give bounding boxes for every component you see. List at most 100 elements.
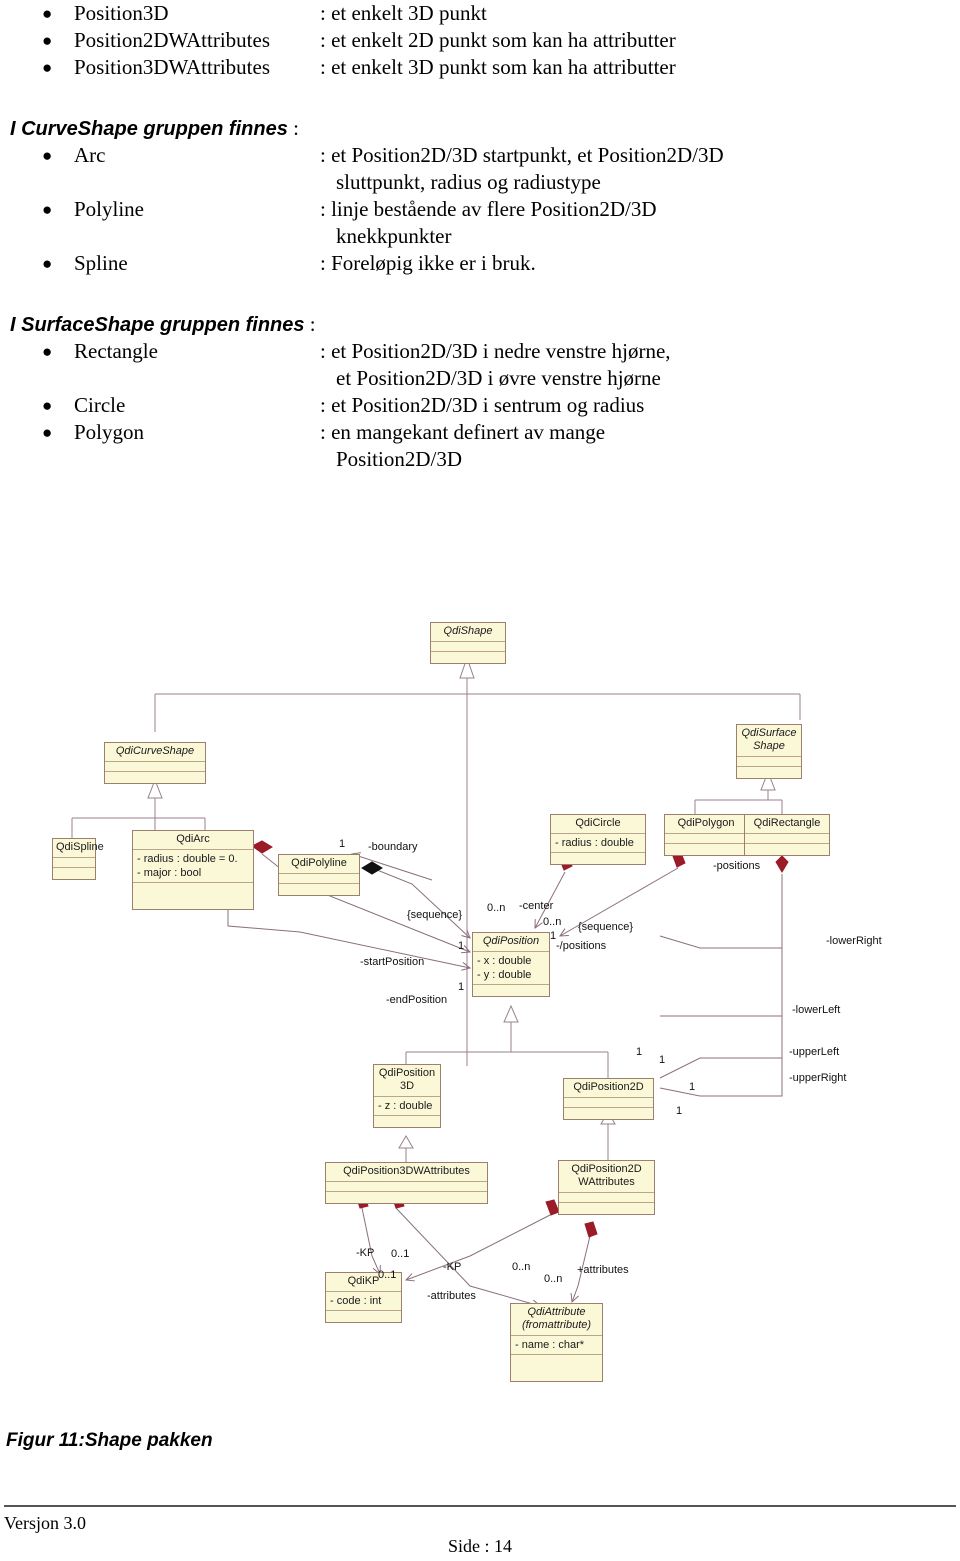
bullet-icon: ● — [42, 423, 53, 442]
uml-ops-compartment — [374, 1116, 440, 1127]
uml-class-title: QdiSpline — [53, 839, 104, 858]
uml-ops-compartment — [551, 853, 645, 864]
uml-attr-compartment: - radius : double — [551, 834, 645, 853]
uml-ops-compartment — [564, 1108, 653, 1119]
composition-diamond-polyline — [361, 861, 383, 875]
bullet-icon: ● — [42, 31, 53, 50]
uml-ops-compartment — [511, 1355, 602, 1381]
uml-class-title: QdiPosition2D — [564, 1079, 653, 1098]
aggregation-diamond-arc-start — [251, 840, 273, 854]
uml-class-title: QdiShape — [431, 623, 505, 642]
uml-attribute: - y : double — [477, 969, 532, 981]
uml-ops-compartment — [665, 844, 747, 855]
list-item-desc-line1: : en mangekant definert av mange — [320, 420, 606, 444]
uml-attr-compartment — [279, 874, 359, 884]
aggregation-diamond-2dwattr-attr — [584, 1221, 598, 1238]
edge-label-positions: -positions — [713, 860, 761, 872]
uml-ops-compartment — [53, 868, 95, 879]
uml-class-qdicircle[interactable]: QdiCircle - radius : double — [550, 814, 646, 865]
edge-label-attributes-left: -attributes — [427, 1290, 476, 1302]
edge-label-derived-positions: -/positions — [556, 940, 607, 952]
uml-attr-compartment: - code : int — [326, 1292, 401, 1311]
list-item: ● Polygon : en mangekant definert av man… — [0, 419, 960, 473]
figure-caption: Figur 11:Shape pakken — [6, 1430, 213, 1451]
bullet-icon: ● — [42, 254, 53, 273]
list-item: ● Position2DWAttributes : et enkelt 2D p… — [0, 27, 960, 54]
uml-class-qdiposition3dwattributes[interactable]: QdiPosition3DWAttributes — [325, 1162, 488, 1204]
uml-attr-compartment — [326, 1182, 487, 1192]
uml-class-qdipolygon[interactable]: QdiPolygon — [664, 814, 748, 856]
multiplicity-arc-end: 1 — [458, 981, 465, 993]
list-item: ● Circle : et Position2D/3D i sentrum og… — [0, 392, 960, 419]
multiplicity-polyline-boundary: 1 — [339, 838, 346, 850]
uml-ops-compartment — [326, 1192, 487, 1203]
uml-ops-compartment — [105, 772, 205, 783]
uml-class-qdispline[interactable]: QdiSpline — [52, 838, 104, 880]
list-item-desc-line2: sluttpunkt, radius og radiustype — [336, 170, 601, 194]
bullet-icon: ● — [42, 4, 53, 23]
uml-attr-compartment — [564, 1098, 653, 1108]
uml-attribute: - x : double — [477, 955, 532, 967]
multiplicity-circle-center: 0..n — [543, 916, 562, 928]
uml-class-qdirectangle[interactable]: QdiRectangle — [744, 814, 830, 856]
edge-label-sequence-left: {sequence} — [407, 909, 463, 921]
uml-class-title: QdiAttribute (fromattribute) — [511, 1304, 602, 1336]
edge-label-kp-left: -KP — [356, 1247, 375, 1259]
multiplicity-kp-b: 0..1 — [378, 1269, 397, 1281]
uml-class-qdiposition2d[interactable]: QdiPosition2D — [563, 1078, 654, 1120]
multiplicity-pos2d-a: 1 — [636, 1046, 643, 1058]
list-item-desc: : et Position2D/3D i nedre venstre hjørn… — [320, 338, 960, 392]
uml-attribute: - radius : double = 0. — [137, 853, 238, 865]
list-item-desc-line2: Position2D/3D — [336, 447, 463, 471]
uml-class-qdiposition3d[interactable]: QdiPosition 3D - z : double — [373, 1064, 441, 1128]
uml-class-qdicurveshape[interactable]: QdiCurveShape — [104, 742, 206, 784]
list-item-desc-line1: : et Position2D/3D startpunkt, et Positi… — [320, 143, 724, 167]
uml-class-qdishape[interactable]: QdiShape — [430, 622, 506, 664]
edge-label-end-position: -endPosition — [386, 994, 448, 1006]
uml-class-title: QdiCircle — [551, 815, 645, 834]
uml-class-qdipolyline[interactable]: QdiPolyline — [278, 854, 360, 896]
list-item: ● Spline : Foreløpig ikke er i bruk. — [0, 250, 960, 277]
multiplicity-pos2d-b: 1 — [659, 1054, 666, 1066]
uml-class-qdiarc[interactable]: QdiArc - radius : double = 0. - major : … — [132, 830, 254, 910]
uml-attr-compartment: - z : double — [374, 1097, 440, 1116]
multiplicity-polyline-positions: 0..n — [487, 902, 506, 914]
uml-ops-compartment — [745, 844, 829, 855]
uml-attr-compartment — [431, 642, 505, 652]
list-item-desc-line1: : linje bestående av flere Position2D/3D — [320, 197, 657, 221]
uml-attr-compartment — [559, 1193, 654, 1203]
uml-class-qdiposition2dwattributes[interactable]: QdiPosition2D WAttributes — [558, 1160, 655, 1215]
uml-ops-compartment — [737, 767, 801, 778]
uml-attr-compartment — [745, 834, 829, 844]
multiplicity-polygon-positions: 1 — [550, 930, 557, 942]
uml-class-title: QdiPolyline — [279, 855, 359, 874]
uml-class-title: QdiPosition2D WAttributes — [559, 1161, 654, 1193]
list-item-desc-line2: et Position2D/3D i øvre venstre hjørne — [336, 366, 661, 390]
uml-attr-compartment — [53, 858, 95, 868]
uml-attribute: - z : double — [378, 1100, 433, 1112]
multiplicity-pos2d-c: 1 — [689, 1081, 696, 1093]
multiplicity-kp-a: 0..1 — [391, 1248, 410, 1260]
bullet-icon: ● — [42, 200, 53, 219]
list-item-desc: : linje bestående av flere Position2D/3D… — [320, 196, 960, 250]
uml-class-title: QdiRectangle — [745, 815, 829, 834]
multiplicity-arc-start: 1 — [458, 940, 465, 952]
surfaceshape-group-heading-text: I SurfaceShape gruppen finnes — [10, 314, 305, 336]
multiplicity-attr-b: 0..n — [544, 1273, 563, 1285]
uml-ops-compartment — [473, 985, 549, 996]
uml-class-diagram: QdiShape QdiCurveShape QdiSurface Shape … — [0, 596, 960, 1416]
uml-class-title: QdiCurveShape — [105, 743, 205, 762]
curveshape-group-heading-text: I CurveShape gruppen finnes — [10, 118, 288, 140]
footer-divider — [4, 1505, 956, 1507]
list-item-desc: : en mangekant definert av mange Position… — [320, 419, 960, 473]
uml-class-qdiposition[interactable]: QdiPosition - x : double - y : double — [472, 932, 550, 997]
list-item-desc: : Foreløpig ikke er i bruk. — [320, 251, 536, 275]
uml-class-qdiattribute[interactable]: QdiAttribute (fromattribute) - name : ch… — [510, 1303, 603, 1382]
list-item-desc: : et Position2D/3D startpunkt, et Positi… — [320, 142, 960, 196]
list-item-desc-line2: knekkpunkter — [336, 224, 452, 248]
edge-label-upper-left: -upperLeft — [789, 1046, 840, 1058]
uml-class-qdisurfaceshape[interactable]: QdiSurface Shape — [736, 724, 802, 779]
uml-class-title: QdiPolygon — [665, 815, 747, 834]
uml-ops-compartment — [559, 1203, 654, 1214]
